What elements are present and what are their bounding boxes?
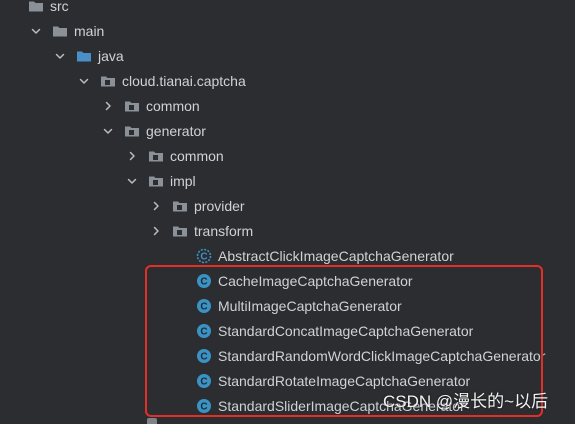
tree-item-label: java [98,48,124,64]
package-icon [124,98,140,114]
folder-icon [52,23,68,39]
tree-item[interactable]: transform [0,219,575,244]
tree-item-label: provider [194,198,245,214]
chevron-right-icon[interactable] [125,149,139,163]
folder-icon [28,0,44,14]
tree-item[interactable]: provider [0,194,575,219]
package-icon [172,223,188,239]
partial-item-icon [147,418,157,424]
package-icon [148,173,164,189]
source-folder-icon [76,48,92,64]
tree-item-label: AbstractClickImageCaptchaGenerator [218,248,454,264]
tree-item-label: transform [194,223,254,239]
abstract-class-icon: C [196,248,212,264]
tree-item[interactable]: impl [0,169,575,194]
tree-item[interactable]: src [0,0,575,19]
tree-item[interactable]: common [0,94,575,119]
package-icon [172,198,188,214]
chevron-right-icon[interactable] [149,224,163,238]
chevron-right-icon[interactable] [149,199,163,213]
tree-item-label: generator [146,123,206,139]
tree-item[interactable]: cloud.tianai.captcha [0,69,575,94]
tree-item-label: impl [170,173,196,189]
tree-item-label: cloud.tianai.captcha [122,73,246,89]
package-icon [100,73,116,89]
chevron-down-icon[interactable] [53,49,67,63]
chevron-down-icon[interactable] [101,124,115,138]
chevron-right-icon[interactable] [101,99,115,113]
watermark: CSDN @漫长的~以后 [383,392,549,411]
chevron-down-icon[interactable] [29,24,43,38]
tree-item-label: main [74,23,105,39]
tree-item-label: common [146,98,200,114]
svg-text:C: C [200,252,207,263]
package-icon [124,123,140,139]
tree-item[interactable]: main [0,19,575,44]
chevron-down-icon[interactable] [77,74,91,88]
tree-item-label: src [50,0,69,14]
tree-item-label: common [170,148,224,164]
tree-item[interactable]: common [0,144,575,169]
tree-item[interactable]: generator [0,119,575,144]
package-icon [148,148,164,164]
chevron-down-icon[interactable] [125,174,139,188]
tree-item[interactable]: java [0,44,575,69]
